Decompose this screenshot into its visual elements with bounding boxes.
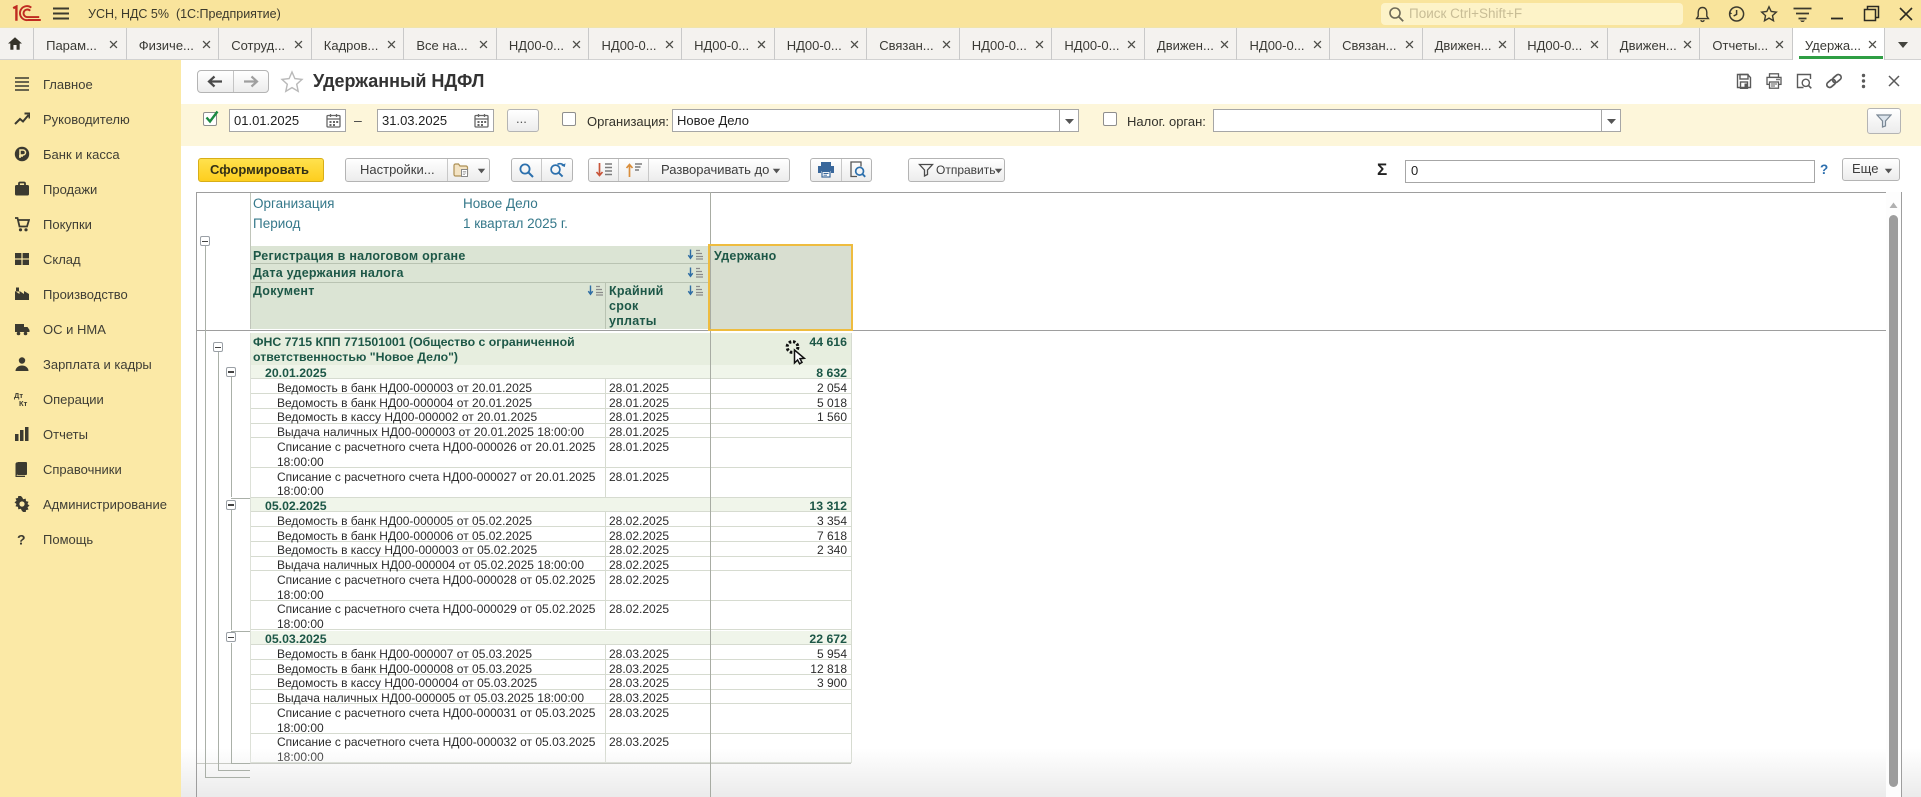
svg-text:?: ? <box>17 531 26 547</box>
svg-text:Кт: Кт <box>19 399 28 407</box>
